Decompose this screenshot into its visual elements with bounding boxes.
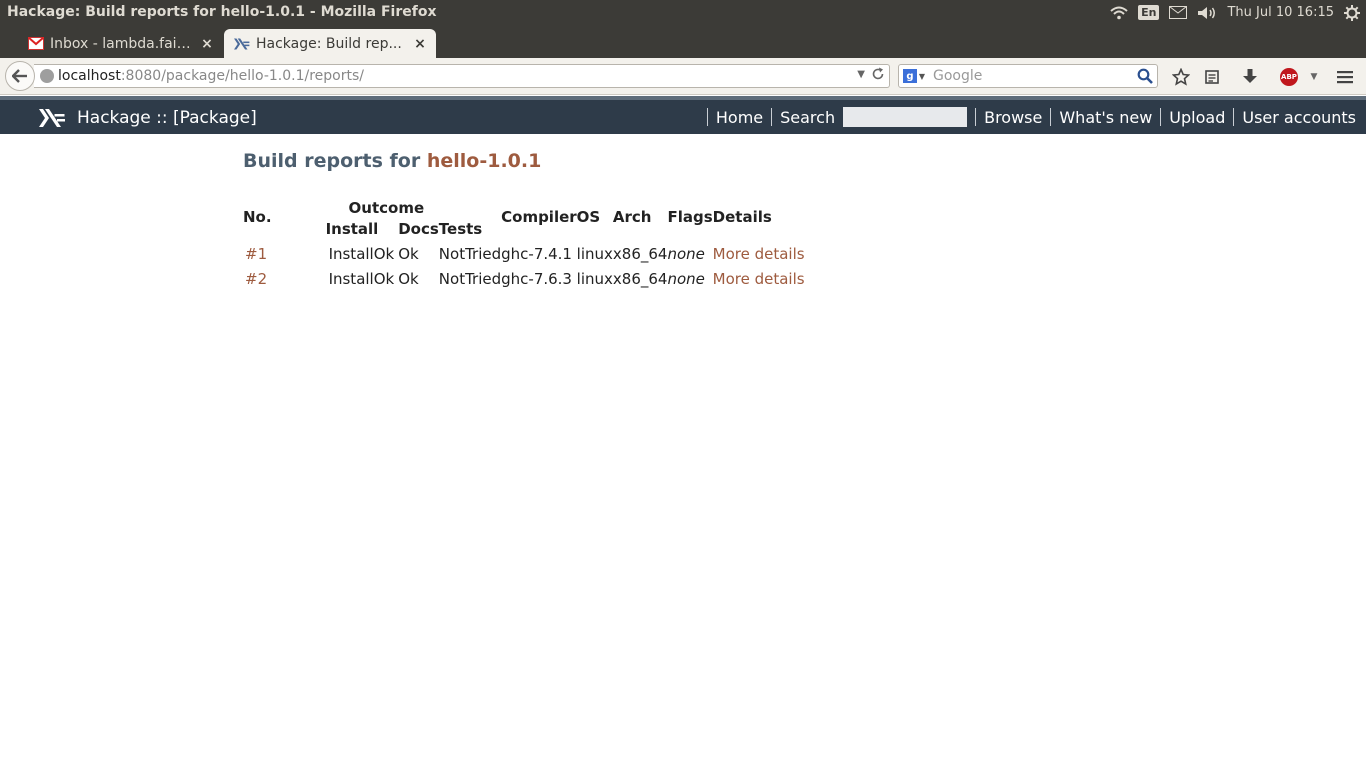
nav-home-link[interactable]: Home xyxy=(716,108,763,127)
bookmark-star-icon[interactable] xyxy=(1170,66,1192,88)
more-details-link[interactable]: More details xyxy=(713,266,805,291)
nav-divider xyxy=(771,108,773,126)
os-title-bar: Hackage: Build reports for hello-1.0.1 -… xyxy=(0,0,1366,25)
mail-icon[interactable] xyxy=(1169,3,1188,23)
page-title: Build reports for hello-1.0.1 xyxy=(243,150,541,172)
more-details-link[interactable]: More details xyxy=(713,241,805,266)
search-engine-selector[interactable]: g ▼ xyxy=(899,65,929,87)
cell-flags: none xyxy=(667,244,705,263)
hamburger-menu-icon[interactable] xyxy=(1334,66,1356,88)
web-search-box[interactable]: g ▼ Google xyxy=(898,64,1158,88)
cell-flags: none xyxy=(667,269,705,288)
haskell-logo-icon[interactable] xyxy=(39,109,65,127)
volume-icon[interactable] xyxy=(1197,3,1217,23)
report-number-link[interactable]: #2 xyxy=(243,266,272,291)
build-reports-table: No. Outcome Compiler OS Arch Flags Detai… xyxy=(243,192,805,291)
site-nav: Home Search Browse What's new Upload Use… xyxy=(699,106,1356,128)
cell-arch: x86_64 xyxy=(612,269,668,288)
header-compiler: Compiler xyxy=(501,207,577,226)
url-path: :8080/package/hello-1.0.1/reports/ xyxy=(120,68,364,84)
chevron-down-icon: ▼ xyxy=(918,71,926,81)
nav-search-label: Search xyxy=(780,107,836,127)
cell-docs: Ok xyxy=(398,269,419,288)
cell-os: linux xyxy=(576,269,613,288)
tab-inbox[interactable]: Inbox - lambda.fairy... × xyxy=(18,29,223,58)
url-history-dropdown-icon[interactable]: ▼ xyxy=(857,69,865,80)
wifi-icon[interactable] xyxy=(1110,3,1128,23)
table-row: #2 InstallOk Ok NotTried ghc-7.6.3 linux… xyxy=(243,266,805,291)
cell-compiler: ghc-7.6.3 xyxy=(501,269,572,288)
header-docs: Docs xyxy=(398,220,439,238)
header-os: OS xyxy=(576,207,601,226)
cell-install: InstallOk xyxy=(328,244,395,263)
cell-docs: Ok xyxy=(398,244,419,263)
table-row: #1 InstallOk Ok NotTried ghc-7.4.1 linux… xyxy=(243,241,805,266)
header-details: Details xyxy=(712,207,772,226)
nav-user-accounts-link[interactable]: User accounts xyxy=(1242,108,1356,127)
nav-browse-link[interactable]: Browse xyxy=(984,108,1042,127)
navigation-toolbar: localhost:8080/package/hello-1.0.1/repor… xyxy=(0,58,1366,95)
report-number-link[interactable]: #1 xyxy=(243,241,272,266)
package-search-input[interactable] xyxy=(843,107,968,127)
download-arrow-icon[interactable] xyxy=(1239,66,1261,88)
clock[interactable]: Thu Jul 10 16:15 xyxy=(1227,5,1334,20)
url-bar[interactable]: localhost:8080/package/hello-1.0.1/repor… xyxy=(34,64,890,88)
nav-whats-new-link[interactable]: What's new xyxy=(1059,108,1152,127)
nav-divider xyxy=(1233,108,1235,126)
page-title-prefix: Build reports for xyxy=(243,150,421,172)
nav-divider xyxy=(975,108,977,126)
table-header-row: No. Outcome Compiler OS Arch Flags Detai… xyxy=(243,192,805,226)
tab-title: Hackage: Build rep... xyxy=(256,35,402,52)
search-placeholder: Google xyxy=(933,68,983,84)
search-magnifier-icon[interactable] xyxy=(1135,66,1155,86)
main-content: Build reports for hello-1.0.1 No. Outcom… xyxy=(243,150,805,288)
nav-divider xyxy=(1160,108,1162,126)
reload-icon[interactable] xyxy=(871,67,885,85)
url-host: localhost xyxy=(58,68,121,84)
tab-close-icon[interactable]: × xyxy=(414,36,426,52)
gmail-icon xyxy=(28,36,44,52)
adblock-icon[interactable]: ABP xyxy=(1278,66,1300,88)
hackage-favicon-icon xyxy=(234,36,250,52)
hackage-header: Hackage :: [Package] Home Search Browse … xyxy=(0,96,1366,134)
tab-hackage-active[interactable]: Hackage: Build rep... × xyxy=(224,29,436,58)
package-link[interactable]: hello-1.0.1 xyxy=(427,150,541,172)
cell-os: linux xyxy=(576,244,613,263)
site-brand[interactable]: Hackage :: [Package] xyxy=(77,108,257,128)
cell-arch: x86_64 xyxy=(612,244,668,263)
system-tray: En Thu Jul 10 16:15 xyxy=(1110,0,1360,25)
nav-divider xyxy=(1050,108,1052,126)
nav-upload-link[interactable]: Upload xyxy=(1169,108,1225,127)
cell-tests: NotTried xyxy=(438,269,502,288)
header-no: No. xyxy=(243,207,272,226)
bookmarks-menu-icon[interactable] xyxy=(1201,66,1223,88)
tab-strip: Inbox - lambda.fairy... × Hackage: Build… xyxy=(0,25,1366,74)
header-outcome: Outcome xyxy=(348,199,425,217)
back-arrow-icon[interactable] xyxy=(5,61,35,91)
header-flags: Flags xyxy=(667,207,713,226)
keyboard-layout-label: En xyxy=(1138,5,1160,20)
cell-compiler: ghc-7.4.1 xyxy=(501,244,572,263)
tab-close-icon[interactable]: × xyxy=(201,36,213,52)
google-icon: g xyxy=(902,69,917,83)
tab-title: Inbox - lambda.fairy... xyxy=(50,35,193,52)
chevron-down-icon[interactable]: ▼ xyxy=(1303,66,1325,88)
keyboard-layout-indicator[interactable]: En xyxy=(1138,3,1160,23)
window-title: Hackage: Build reports for hello-1.0.1 -… xyxy=(7,4,437,20)
settings-gear-icon[interactable] xyxy=(1344,3,1360,23)
cell-install: InstallOk xyxy=(328,269,395,288)
site-identity-globe-icon[interactable] xyxy=(40,69,54,83)
nav-divider xyxy=(706,108,708,126)
header-install: Install xyxy=(325,220,379,238)
adblock-badge: ABP xyxy=(1280,68,1298,86)
cell-tests: NotTried xyxy=(438,244,502,263)
header-tests: Tests xyxy=(438,220,483,238)
header-arch: Arch xyxy=(612,207,652,226)
